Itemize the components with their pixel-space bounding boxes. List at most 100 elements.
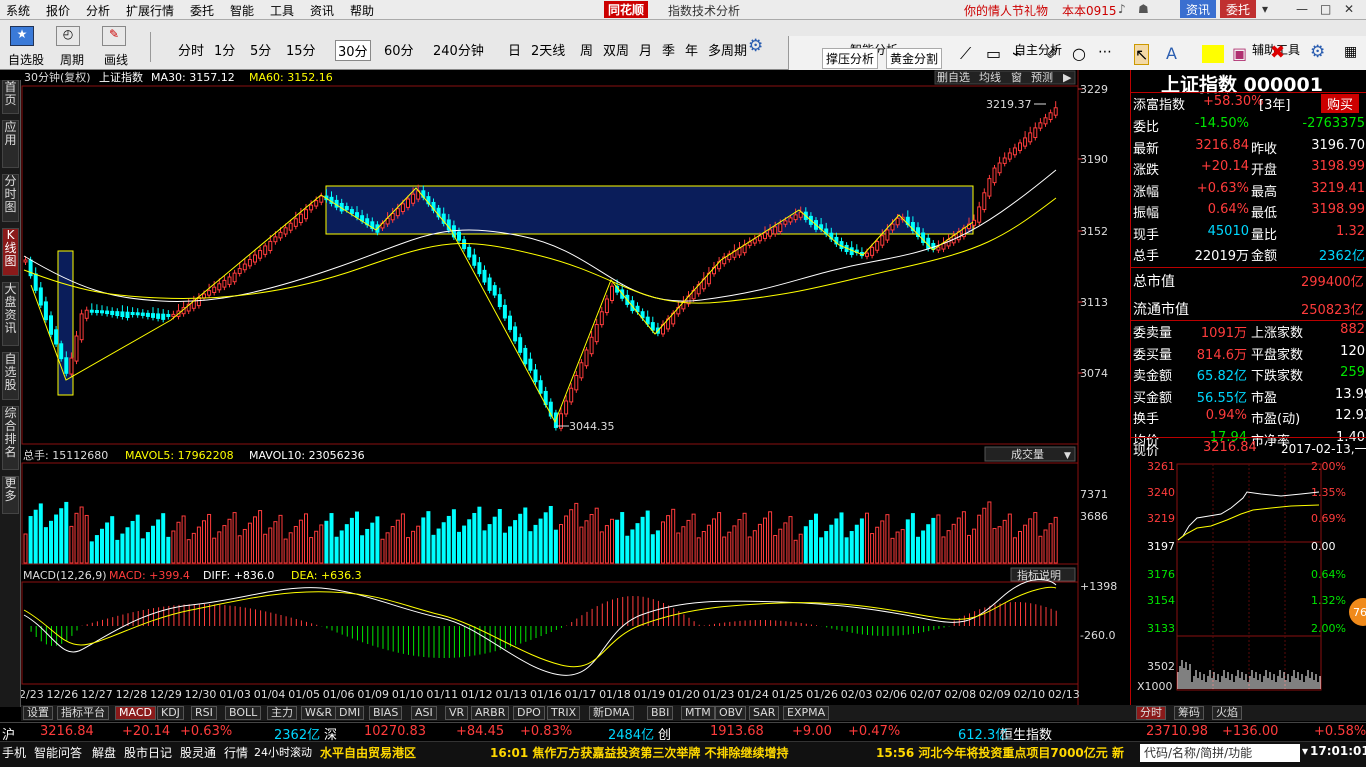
window-button[interactable]: 窗 (1011, 70, 1022, 84)
diary-link[interactable]: 股市日记 (124, 744, 172, 761)
cursor-icon[interactable]: ↖ (1134, 44, 1150, 65)
indicator-tab-20[interactable]: EXPMA (783, 706, 830, 720)
period-5[interactable]: 60分 (384, 40, 414, 59)
grid-icon[interactable]: ▦ (1344, 44, 1357, 60)
menu-tools[interactable]: 工具 (270, 2, 294, 19)
tab-watchlist[interactable]: 自选股 (2, 352, 19, 400)
indicator-tab-7[interactable]: W&R (301, 706, 337, 720)
tab-market-news[interactable]: 大盘资讯 (2, 282, 19, 346)
news-item[interactable]: 16:01 焦作万方获嘉益投资第三次举牌 不排除继续增持 (490, 744, 789, 761)
volume-dropdown-label[interactable]: 成交量 (1011, 447, 1044, 461)
period-9[interactable]: 周 (580, 40, 593, 59)
tab-apps[interactable]: 应用 (2, 120, 19, 168)
search-icon[interactable]: ▾ (1302, 744, 1308, 758)
watchlist-button[interactable]: 自选股 (8, 51, 44, 68)
analysis-link[interactable]: 解盘 (92, 744, 116, 761)
menu-analysis[interactable]: 分析 (86, 2, 110, 19)
star-icon[interactable]: ★ (10, 26, 34, 46)
tab-flame[interactable]: 火焰 (1212, 706, 1242, 720)
menu-help[interactable]: 帮助 (350, 2, 374, 19)
ma-button[interactable]: 均线 (979, 70, 1001, 84)
path-tool-icon[interactable]: ⌁ (1012, 44, 1022, 63)
period-13[interactable]: 年 (685, 40, 698, 59)
ellipse-tool-icon[interactable]: ○ (1072, 44, 1086, 63)
indicator-tab-14[interactable]: TRIX (547, 706, 581, 720)
period-8[interactable]: 2天线 (531, 40, 565, 59)
indicator-tab-13[interactable]: DPO (513, 706, 545, 720)
tab-ranking[interactable]: 综合排名 (2, 406, 19, 470)
menu-trade[interactable]: 委托 (190, 2, 214, 19)
stock-tong-link[interactable]: 股灵通 (180, 744, 216, 761)
clock-icon[interactable]: ◴ (56, 26, 80, 46)
style-icon[interactable]: ▣ (1232, 44, 1247, 63)
indicator-tab-15[interactable]: 新DMA (589, 706, 634, 720)
tab-timeshare[interactable]: 分时图 (2, 174, 19, 222)
remove-watch-button[interactable]: 删自选 (937, 71, 970, 84)
indicator-tab-5[interactable]: BOLL (225, 706, 262, 720)
period-0[interactable]: 分时 (178, 40, 204, 59)
indicator-tab-10[interactable]: ASI (411, 706, 437, 720)
shirt-icon[interactable]: ☗ (1138, 2, 1149, 16)
expand-icon[interactable]: ▶ (1063, 71, 1072, 84)
tab-timeshare-mini[interactable]: 分时 (1136, 706, 1166, 720)
draw-button[interactable]: 画线 (104, 51, 128, 68)
period-12[interactable]: 季 (662, 40, 675, 59)
mini-timeshare-chart[interactable]: 3261 3240 3219 3197 3176 3154 3133 3502 … (1131, 458, 1366, 707)
kline-chart[interactable]: 3229 3190 3152 3113 3074 30分钟(复权) 上证指数 M… (21, 70, 1130, 705)
golden-split-button[interactable]: 黄金分割 (886, 48, 943, 69)
gear-icon[interactable]: ⚙ (748, 36, 763, 56)
period-11[interactable]: 月 (639, 40, 652, 59)
text-tool-icon[interactable]: A (1166, 44, 1177, 63)
chevron-down-icon[interactable]: ▼ (1064, 451, 1071, 461)
menu-arrow-icon[interactable]: ▾ (1262, 2, 1268, 16)
menu-quote[interactable]: 报价 (46, 2, 70, 19)
rect-tool-icon[interactable]: ▭ (986, 44, 1001, 63)
period-7[interactable]: 日 (508, 40, 521, 59)
close-icon[interactable]: ✕ (1344, 2, 1354, 16)
indicator-tab-3[interactable]: KDJ (157, 706, 184, 720)
period-1[interactable]: 1分 (214, 40, 235, 59)
indicator-tab-8[interactable]: DMI (335, 706, 365, 720)
maximize-icon[interactable]: □ (1320, 2, 1331, 16)
indicator-tab-11[interactable]: VR (445, 706, 469, 720)
period-button[interactable]: 周期 (60, 51, 84, 68)
phone-link[interactable]: 手机 (2, 744, 26, 761)
indicator-tab-16[interactable]: BBI (647, 706, 674, 720)
news-item[interactable]: 15:56 河北今年将投资重点项目7000亿元 新 (876, 744, 1124, 761)
bell-icon[interactable]: ♪ (1118, 2, 1126, 16)
trade-button[interactable]: 委托 (1220, 0, 1257, 18)
menu-system[interactable]: 系统 (6, 2, 30, 19)
period-14[interactable]: 多周期 (708, 40, 747, 59)
color-picker[interactable] (1202, 45, 1224, 63)
promo-link[interactable]: 你的情人节礼物 (964, 2, 1048, 19)
pen-tool-icon[interactable]: ✐ (1046, 44, 1059, 63)
minimize-icon[interactable]: — (1296, 2, 1308, 16)
indicator-tab-19[interactable]: SAR (749, 706, 780, 720)
indicator-tab-4[interactable]: RSI (191, 706, 217, 720)
market-link[interactable]: 行情 (224, 744, 248, 761)
pencil-icon[interactable]: ✎ (102, 26, 126, 46)
indicator-tab-17[interactable]: MTM (681, 706, 715, 720)
tab-kline[interactable]: K线图 (2, 228, 19, 276)
indicator-tab-18[interactable]: OBV (715, 706, 747, 720)
menu-ext-quote[interactable]: 扩展行情 (126, 2, 174, 19)
indicator-tab-12[interactable]: ARBR (471, 706, 510, 720)
period-10[interactable]: 双周 (603, 40, 629, 59)
more-tools-icon[interactable]: ⋯ (1098, 44, 1112, 60)
period-2[interactable]: 5分 (250, 40, 271, 59)
indicator-tab-2[interactable]: MACD (115, 706, 156, 720)
period-4[interactable]: 30分 (335, 40, 371, 61)
indicator-tab-0[interactable]: 设置 (23, 706, 53, 720)
menu-smart[interactable]: 智能 (230, 2, 254, 19)
tab-chips[interactable]: 筹码 (1174, 706, 1204, 720)
news-item[interactable]: 水平自由贸易港区 (320, 744, 416, 761)
line-tool-icon[interactable]: ⟋ (960, 44, 971, 64)
tab-more[interactable]: 更多 (2, 476, 19, 514)
smart-qa-link[interactable]: 智能问答 (34, 744, 82, 761)
indicator-tab-9[interactable]: BIAS (369, 706, 403, 720)
search-input[interactable]: 代码/名称/简拼/功能 (1140, 744, 1300, 762)
buy-button[interactable]: 购买 (1321, 94, 1360, 113)
info-button[interactable]: 资讯 (1180, 0, 1217, 18)
indicator-tab-1[interactable]: 指标平台 (57, 706, 109, 720)
indicator-tab-6[interactable]: 主力 (267, 706, 297, 720)
